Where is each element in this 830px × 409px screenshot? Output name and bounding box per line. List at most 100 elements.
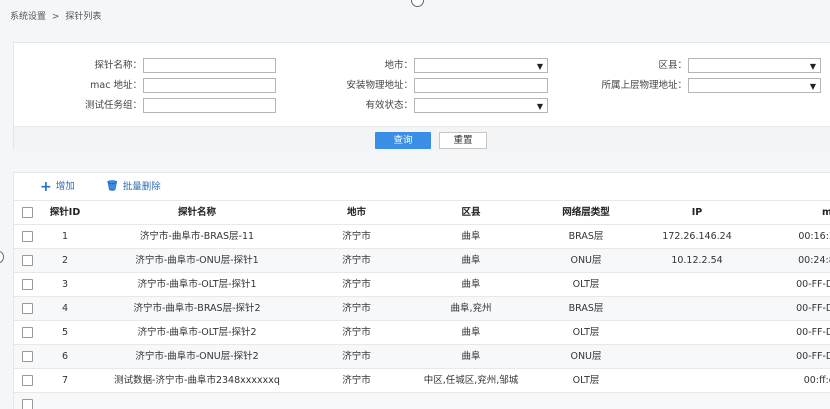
row-checkbox[interactable] (22, 255, 33, 266)
table-row[interactable]: 6 济宁市-曲阜市-ONU层-探针2 济宁市 曲阜 ONU层 00-FF-DD- (14, 344, 830, 368)
test-group-label: 测试任务组： (84, 100, 142, 111)
mac-cell: 00-FF-DD- (796, 327, 830, 338)
ip-cell: 10.12.2.54 (671, 255, 723, 266)
row-checkbox[interactable] (22, 231, 33, 242)
caret-down-icon: ▼ (536, 102, 543, 111)
trash-icon: 🗑 (106, 181, 119, 192)
upper-address-label: 所属上层物理地址： (601, 80, 687, 91)
filter-footer: 查询 重置 (14, 127, 830, 151)
breadcrumb-root[interactable]: 系统设置 (10, 12, 46, 22)
probe-id-cell: 7 (61, 375, 69, 386)
circle-icon (411, 0, 424, 7)
mac-cell: 00-FF-DD- (796, 351, 830, 362)
probe-name-cell: 测试数据-济宁市-曲阜市2348xxxxxxq (114, 375, 280, 386)
network-layer-cell: ONU层 (570, 351, 602, 362)
table-row[interactable] (14, 392, 830, 409)
test-group-input[interactable] (143, 98, 276, 113)
table-row[interactable]: 3 济宁市-曲阜市-OLT层-探针1 济宁市 曲阜 OLT层 00-FF-DD- (14, 272, 830, 296)
column-header[interactable]: IP (639, 201, 755, 224)
network-layer-cell: OLT层 (572, 279, 600, 290)
city-cell: 济宁市 (342, 303, 371, 314)
district-cell: 曲阜,兖州 (450, 303, 492, 314)
table-header: 探针ID 探针名称 地市 区县 网络层类型 IP mac (14, 200, 830, 224)
caret-down-icon: ▼ (809, 82, 816, 91)
query-button[interactable]: 查询 (375, 132, 431, 149)
column-header[interactable]: 区县 (409, 201, 533, 224)
row-checkbox[interactable] (22, 351, 33, 362)
circle-icon (0, 251, 4, 263)
mac-cell: 00-FF-DD- (796, 303, 830, 314)
mac-input[interactable] (143, 78, 276, 93)
probe-id-cell: 6 (61, 351, 69, 362)
install-address-label: 安装物理地址： (346, 80, 413, 91)
ip-cell (639, 345, 755, 368)
probe-name-label: 探针名称： (94, 60, 142, 71)
caret-down-icon: ▼ (809, 62, 816, 71)
district-cell: 曲阜 (461, 231, 481, 242)
district-cell: 曲阜 (461, 255, 481, 266)
ip-cell (639, 321, 755, 344)
city-cell: 济宁市 (342, 279, 371, 290)
network-layer-cell: ONU层 (570, 255, 602, 266)
batch-delete-label: 批量删除 (122, 181, 161, 193)
probe-name-cell: 济宁市-曲阜市-OLT层-探针2 (137, 327, 257, 338)
column-header[interactable]: 探针名称 (90, 201, 304, 224)
probe-name-cell: 济宁市-曲阜市-OLT层-探针1 (137, 279, 257, 290)
probe-name-input[interactable] (143, 58, 276, 73)
table-row[interactable]: 5 济宁市-曲阜市-OLT层-探针2 济宁市 曲阜 OLT层 00-FF-DD- (14, 320, 830, 344)
city-cell: 济宁市 (342, 231, 371, 242)
ip-cell (639, 297, 755, 320)
status-select[interactable]: ▼ (414, 98, 548, 113)
mac-cell: 00-FF-DD- (796, 279, 830, 290)
network-layer-cell: BRAS层 (568, 231, 604, 242)
batch-delete-button[interactable]: 🗑 批量删除 (106, 181, 161, 194)
city-select[interactable]: ▼ (414, 58, 548, 73)
add-button[interactable]: + 增加 (40, 180, 75, 194)
row-checkbox[interactable] (22, 375, 33, 386)
upper-address-select[interactable]: ▼ (688, 78, 821, 93)
reset-button[interactable]: 重置 (439, 132, 487, 149)
district-label: 区县： (658, 60, 687, 71)
district-cell: 曲阜 (461, 279, 481, 290)
column-header[interactable]: 地市 (304, 201, 409, 224)
mac-cell: 00:ff:dd: (803, 375, 830, 386)
column-header[interactable]: mac (755, 201, 830, 224)
row-checkbox[interactable] (22, 399, 33, 409)
column-header[interactable]: 网络层类型 (533, 201, 639, 224)
status-label: 有效状态： (365, 100, 413, 111)
table-row[interactable]: 4 济宁市-曲阜市-BRAS层-探针2 济宁市 曲阜,兖州 BRAS层 00-F… (14, 296, 830, 320)
filter-panel: 探针名称： 地市： ▼ 区县： ▼ mac 地址： 安装物理地址： 所属上层物理… (13, 42, 830, 151)
probe-id-cell: 2 (61, 255, 69, 266)
column-header[interactable]: 探针ID (42, 201, 88, 224)
probe-name-cell: 济宁市-曲阜市-BRAS层-探针2 (133, 303, 261, 314)
probe-id-cell: 3 (61, 279, 69, 290)
probe-id-cell: 4 (61, 303, 69, 314)
ip-cell: 172.26.146.24 (662, 231, 732, 242)
row-checkbox[interactable] (22, 303, 33, 314)
select-all-checkbox[interactable] (22, 207, 33, 218)
probe-id-cell: 5 (61, 327, 69, 338)
probe-name-cell: 济宁市-曲阜市-ONU层-探针1 (135, 255, 259, 266)
ip-cell (639, 369, 755, 392)
table-toolbar: + 增加 🗑 批量删除 (14, 173, 830, 200)
table-row[interactable]: 1 济宁市-曲阜市-BRAS层-11 济宁市 曲阜 BRAS层 172.26.1… (14, 224, 830, 248)
district-select[interactable]: ▼ (688, 58, 821, 73)
city-cell: 济宁市 (342, 255, 371, 266)
city-label: 地市： (384, 60, 413, 71)
row-checkbox[interactable] (22, 279, 33, 290)
probe-name-cell: 济宁市-曲阜市-BRAS层-11 (139, 231, 255, 242)
city-cell: 济宁市 (342, 351, 371, 362)
probe-name-cell: 济宁市-曲阜市-ONU层-探针2 (135, 351, 259, 362)
network-layer-cell: OLT层 (572, 375, 600, 386)
probe-table-panel: +增加 🗑批量删除 探针ID 探针名称 地市 区县 网络层类型 IP mac 1… (13, 172, 830, 409)
table-row[interactable]: 2 济宁市-曲阜市-ONU层-探针1 济宁市 曲阜 ONU层 10.12.2.5… (14, 248, 830, 272)
probe-id-cell: 1 (61, 231, 69, 242)
add-button-label: 增加 (55, 181, 75, 192)
breadcrumb-separator: > (51, 12, 60, 22)
row-checkbox[interactable] (22, 327, 33, 338)
install-address-input[interactable] (414, 78, 548, 93)
breadcrumb-current: 探针列表 (65, 12, 102, 22)
network-layer-cell: BRAS层 (568, 303, 604, 314)
table-row[interactable]: 7 测试数据-济宁市-曲阜市2348xxxxxxq 济宁市 中区,任城区,兖州,… (14, 368, 830, 392)
breadcrumb: 系统设置 > 探针列表 (10, 9, 104, 22)
